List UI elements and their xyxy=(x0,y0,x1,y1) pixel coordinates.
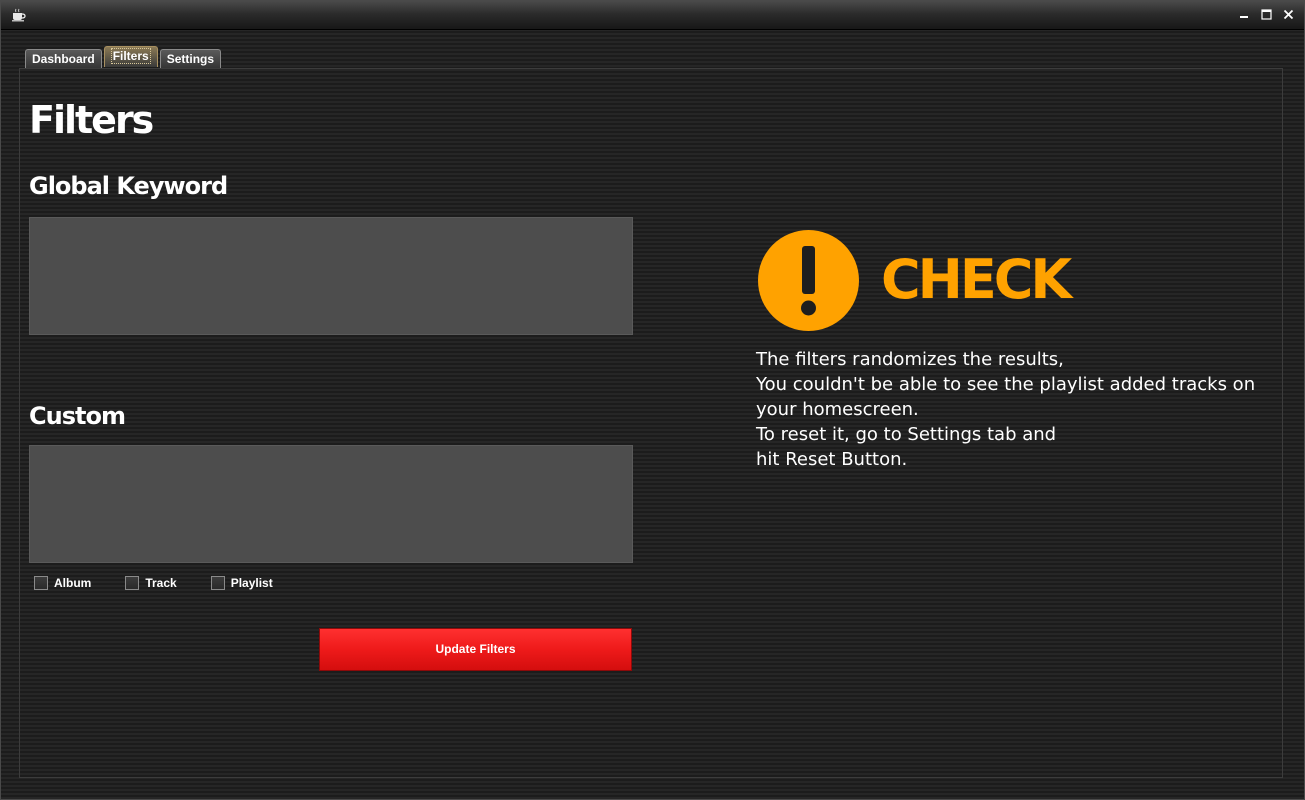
minimize-icon xyxy=(1240,16,1248,18)
app-window: Dashboard Filters Settings Filters Globa… xyxy=(0,0,1305,800)
maximize-button[interactable] xyxy=(1258,6,1274,22)
notice-line: your homescreen. xyxy=(756,399,919,420)
custom-heading: Custom xyxy=(29,402,126,430)
close-icon xyxy=(1283,9,1293,19)
tab-settings[interactable]: Settings xyxy=(159,49,222,68)
filter-type-options: Album Track Playlist xyxy=(34,576,307,590)
title-bar[interactable] xyxy=(1,1,1304,30)
notice-line: hit Reset Button. xyxy=(756,449,908,470)
tab-label: Settings xyxy=(166,52,215,66)
global-keyword-input[interactable] xyxy=(29,217,633,335)
page-title: Filters xyxy=(29,98,154,142)
tab-dashboard[interactable]: Dashboard xyxy=(25,49,102,68)
playlist-checkbox[interactable]: Playlist xyxy=(210,576,273,590)
coffee-cup-icon xyxy=(12,8,26,22)
checkbox-label: Track xyxy=(145,576,177,590)
checkbox-label: Album xyxy=(54,576,92,590)
tab-strip: Dashboard Filters Settings xyxy=(25,46,222,68)
exclamation-circle-icon xyxy=(758,230,859,331)
checkbox-box[interactable] xyxy=(125,576,140,590)
checkbox-box[interactable] xyxy=(210,576,225,590)
minimize-button[interactable] xyxy=(1236,6,1252,22)
notice-title: CHECK xyxy=(881,248,1072,311)
custom-input[interactable] xyxy=(29,445,633,563)
notice-line: The filters randomizes the results, xyxy=(756,349,1064,370)
close-button[interactable] xyxy=(1280,6,1296,22)
tab-label: Dashboard xyxy=(32,52,95,66)
notice-text: The filters randomizes the results, You … xyxy=(756,347,1276,472)
album-checkbox[interactable]: Album xyxy=(34,576,91,590)
tab-filters[interactable]: Filters xyxy=(103,46,158,67)
global-keyword-heading: Global Keyword xyxy=(29,172,228,200)
tab-label: Filters xyxy=(110,48,151,64)
window-controls xyxy=(1236,6,1296,22)
maximize-icon xyxy=(1260,8,1272,20)
track-checkbox[interactable]: Track xyxy=(125,576,177,590)
notice-line: You couldn't be able to see the playlist… xyxy=(756,374,1256,395)
checkbox-box[interactable] xyxy=(34,576,48,590)
update-filters-button[interactable]: Update Filters xyxy=(319,628,632,671)
checkbox-label: Playlist xyxy=(230,576,273,590)
notice-line: To reset it, go to Settings tab and xyxy=(756,424,1057,445)
